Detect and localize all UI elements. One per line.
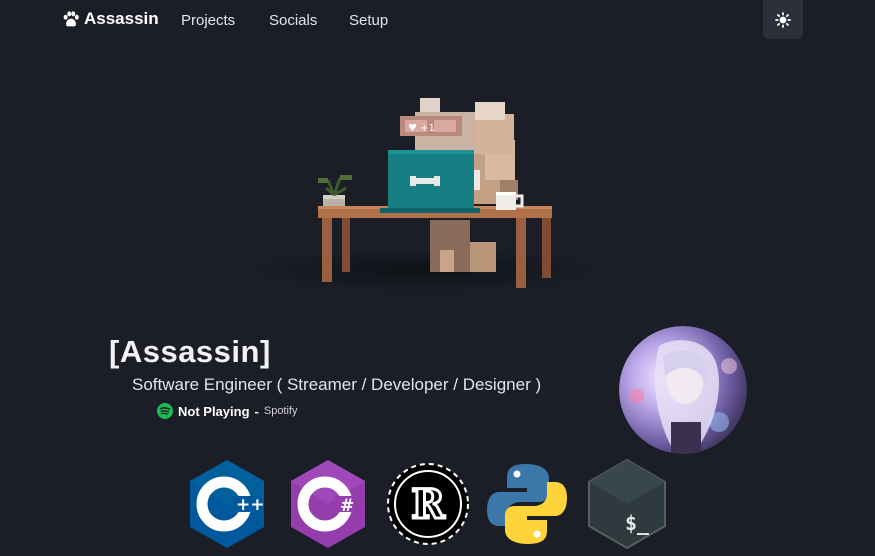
- csharp-icon[interactable]: #: [287, 456, 369, 552]
- cpp-icon[interactable]: ++: [186, 456, 268, 552]
- bash-icon[interactable]: $_: [585, 456, 669, 552]
- avatar: [619, 326, 747, 454]
- plant: [318, 175, 352, 210]
- python-icon[interactable]: [485, 456, 569, 552]
- sun-icon: [775, 11, 791, 28]
- mug: [496, 192, 524, 210]
- status-text: Not Playing: [178, 403, 250, 419]
- brand-link[interactable]: Assassin: [62, 9, 159, 29]
- bash-badge: $_: [625, 511, 650, 535]
- profile-tagline: Software Engineer ( Streamer / Developer…: [132, 375, 542, 394]
- profile-name: [Assassin]: [109, 334, 271, 369]
- cpp-badge: ++: [236, 495, 265, 515]
- status-separator: -: [254, 403, 259, 419]
- nav-link-socials[interactable]: Socials: [269, 12, 317, 29]
- hero-illustration: ♥ +1: [250, 98, 600, 292]
- rust-badge: R: [411, 481, 445, 528]
- theme-toggle-button[interactable]: [763, 0, 803, 39]
- paw-icon: [63, 10, 79, 26]
- language-icons: ++ # R $_: [0, 456, 875, 556]
- spotify-icon: [157, 403, 173, 419]
- spotify-status: Not Playing - Spotify: [157, 403, 298, 419]
- navbar: Assassin Projects Socials Setup: [0, 0, 875, 40]
- csharp-badge: #: [340, 496, 354, 516]
- laptop: [380, 150, 480, 213]
- nav-link-setup[interactable]: Setup: [349, 12, 388, 29]
- nav-link-projects[interactable]: Projects: [181, 12, 235, 29]
- svg-text:♥ +1: ♥ +1: [408, 123, 435, 134]
- rust-icon[interactable]: R: [382, 456, 474, 552]
- status-source: Spotify: [263, 405, 298, 417]
- brand-name: Assassin: [84, 9, 159, 28]
